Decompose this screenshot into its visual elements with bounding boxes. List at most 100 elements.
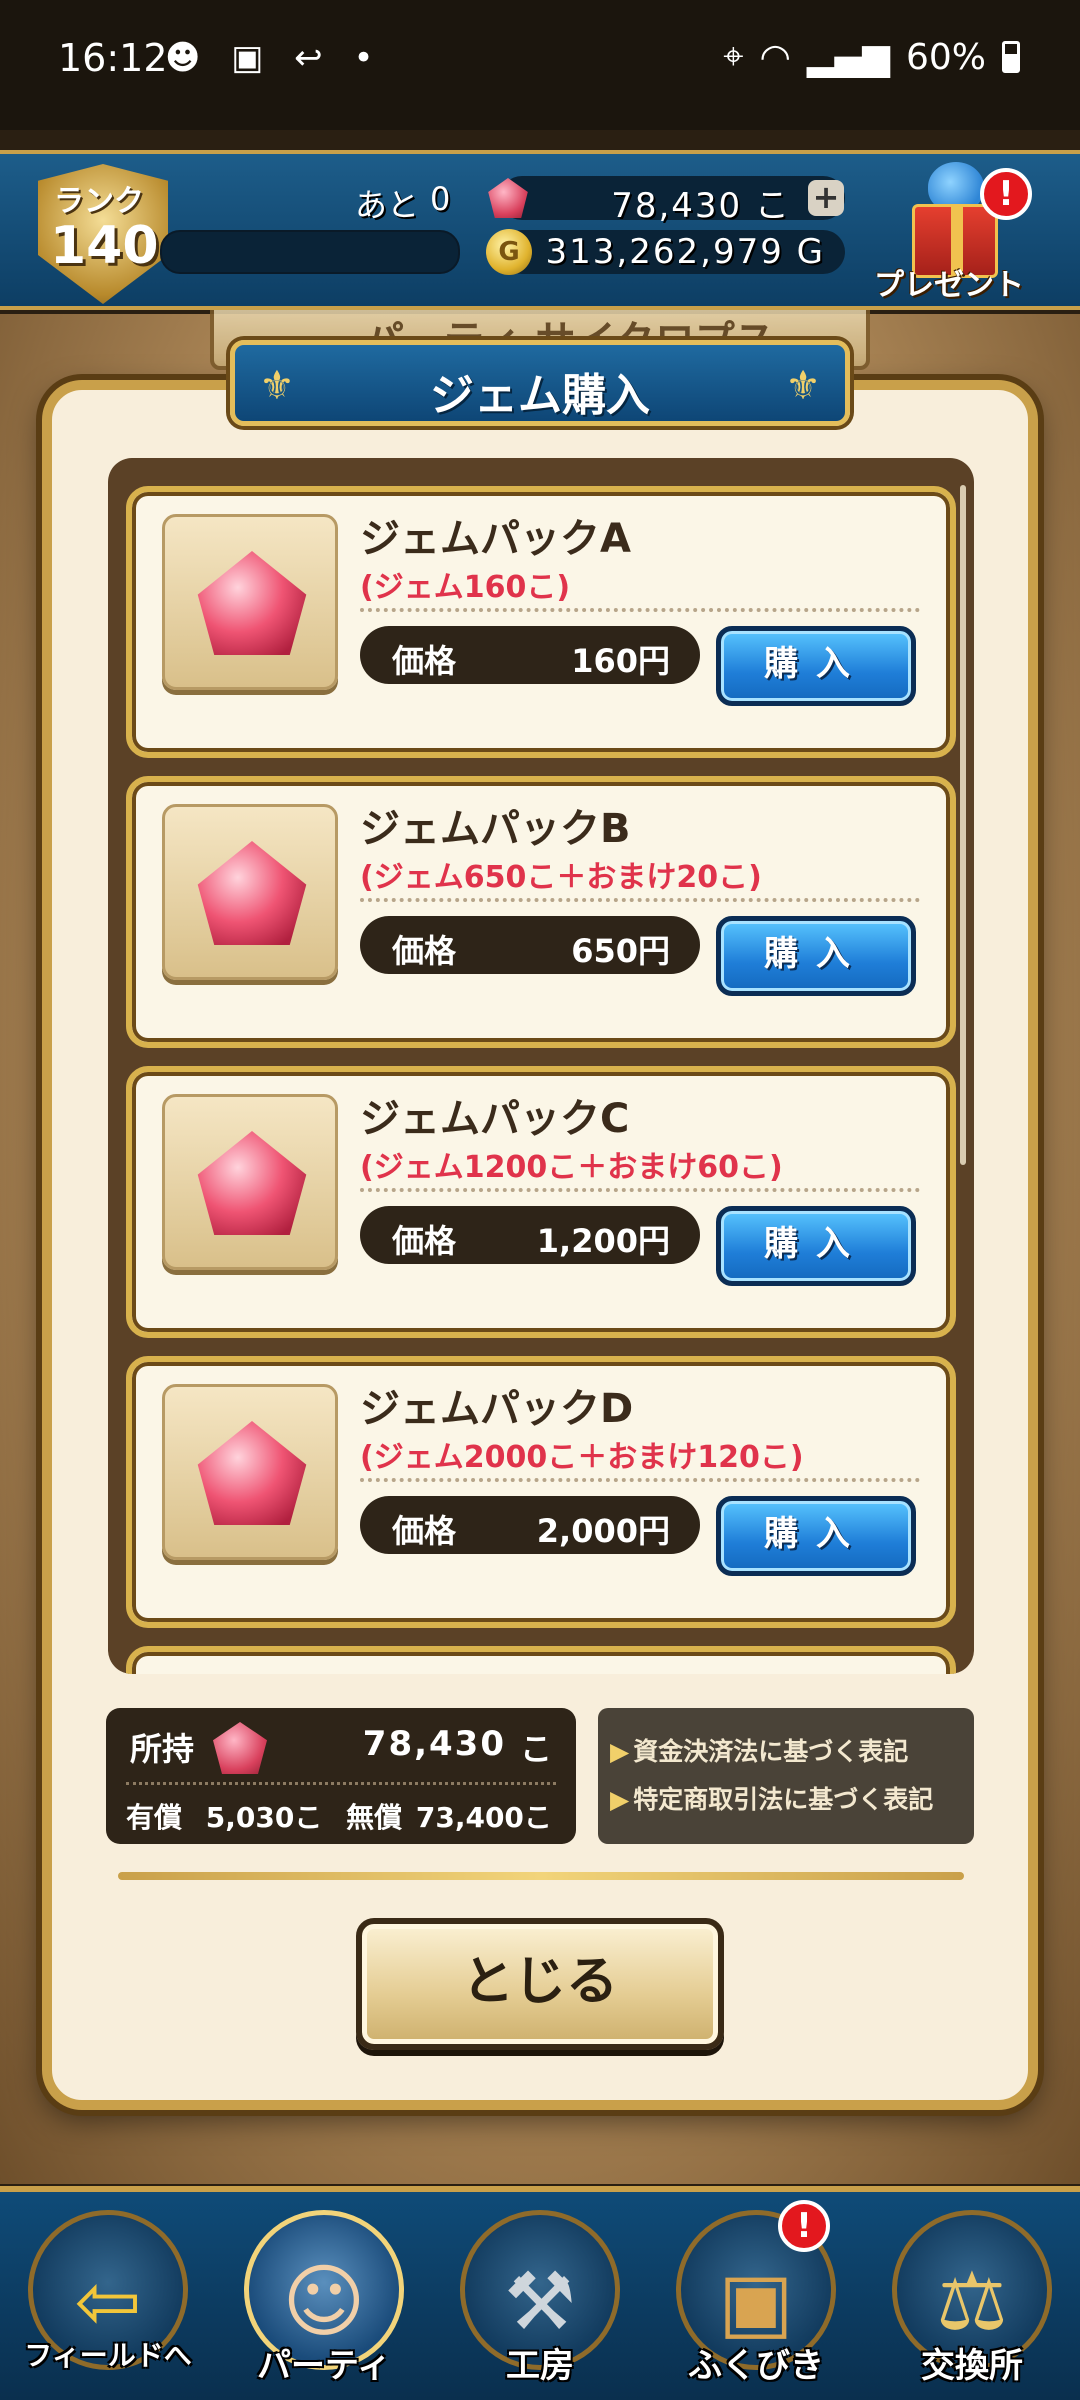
exp-remaining-label: あと	[355, 186, 420, 224]
lottery-alert-badge: !	[778, 2200, 830, 2252]
owned-unit: こ	[519, 1730, 552, 1768]
pack-name: ジェムパックB	[360, 806, 631, 852]
gem-icon	[197, 1421, 307, 1525]
dotted-divider	[360, 608, 920, 612]
free-value: 73,400こ	[415, 1801, 552, 1834]
rank-value: 140	[50, 216, 159, 276]
dialog-title-banner: ⚜ ジェム購入 ⚜	[230, 340, 850, 426]
price-pill: 価格 650円	[360, 916, 700, 974]
gem-pack-item: ジェムパックD (ジェム2000こ＋おまけ120こ) 価格 2,000円 購入	[126, 1356, 956, 1628]
price-pill: 価格 160円	[360, 626, 700, 684]
nav-label: 工房	[506, 2346, 574, 2386]
pack-name: ジェムパックD	[360, 1386, 634, 1432]
dotted-divider	[126, 1782, 556, 1785]
forge-hammer-icon: ⚒	[504, 2255, 576, 2348]
rank-label: ランク	[54, 184, 144, 219]
ornamental-divider	[118, 1872, 964, 1880]
buy-button[interactable]: 購入	[716, 1496, 916, 1576]
gem-pack-item-partial	[126, 1646, 956, 1674]
price-value: 160円	[571, 642, 670, 680]
owned-gems-panel: 所持 78,430 こ 有償 5,030こ 無償 73,400こ	[106, 1708, 576, 1844]
gem-pack-list[interactable]: ジェムパックA (ジェム160こ) 価格 160円 購入 ジェムパックB (ジェ…	[108, 458, 974, 1674]
battery-percent: 60%	[905, 36, 986, 78]
triangle-right-icon: ▶	[610, 1785, 630, 1814]
rank-progress-bar	[160, 230, 460, 274]
battery-icon	[1002, 41, 1020, 73]
pack-icon-tile	[162, 1384, 338, 1560]
nav-workshop[interactable]: ⚒ 工房	[432, 2192, 648, 2400]
nav-label: パーティ	[257, 2346, 391, 2386]
gem-icon	[197, 551, 307, 655]
free-label: 無償	[346, 1801, 403, 1834]
nav-label: フィールドへ	[24, 2339, 192, 2372]
gem-icon	[197, 1131, 307, 1235]
dialog-title: ジェム購入	[430, 370, 650, 421]
present-button[interactable]: プレゼント !	[870, 154, 1040, 314]
price-value: 650円	[571, 932, 670, 970]
pack-icon-tile	[162, 804, 338, 980]
gem-pack-item: ジェムパックC (ジェム1200こ＋おまけ60こ) 価格 1,200円 購入	[126, 1066, 956, 1338]
buy-button[interactable]: 購入	[716, 1206, 916, 1286]
price-label: 価格	[392, 932, 457, 970]
present-label: プレゼント	[874, 268, 1024, 303]
pack-icon-tile	[162, 514, 338, 690]
payment-services-act-link[interactable]: ▶ 資金決済法に基づく表記	[610, 1732, 908, 1768]
status-bar: 16:12 ☻ ▣ ↩ • ⌖ ◠ ▂▄▆ 60%	[0, 0, 1080, 130]
owned-gem-count: 78,430	[362, 1724, 506, 1764]
price-label: 価格	[392, 1512, 457, 1550]
dotted-divider	[360, 898, 920, 902]
buy-button[interactable]: 購入	[716, 626, 916, 706]
dotted-divider	[360, 1478, 920, 1482]
gem-icon	[197, 841, 307, 945]
hero-portrait-icon: ☺	[282, 2255, 366, 2348]
gem-balance: 78,430 こ	[500, 176, 845, 226]
legal-link-label: 特定商取引法に基づく表記	[633, 1785, 934, 1814]
close-button[interactable]: とじる	[356, 1918, 724, 2050]
location-icon: ⌖	[723, 36, 744, 77]
wifi-icon: ◠	[759, 36, 791, 78]
clock: 16:12	[58, 36, 168, 80]
legal-links-panel: ▶ 資金決済法に基づく表記 ▶ 特定商取引法に基づく表記	[598, 1708, 974, 1844]
list-scrollbar[interactable]	[960, 485, 966, 1165]
nav-label: ふくびき	[688, 2346, 824, 2386]
pack-name: ジェムパックA	[360, 516, 631, 562]
owned-breakdown: 有償 5,030こ 無償 73,400こ	[126, 1796, 552, 1836]
fleur-right-icon: ⚜	[785, 363, 821, 409]
signal-icon: ▂▄▆	[806, 36, 890, 78]
pack-name: ジェムパックC	[360, 1096, 630, 1142]
exp-remaining-value: 0	[430, 180, 451, 218]
paid-label: 有償	[126, 1801, 183, 1834]
gem-icon	[213, 1722, 267, 1774]
buy-button[interactable]: 購入	[716, 916, 916, 996]
pack-description: (ジェム160こ)	[360, 570, 571, 605]
bottom-navigation: ⇦ フィールドへ ☺ パーティ ⚒ 工房 ▣ ! ふくびき ⚖ 交換所	[0, 2186, 1080, 2400]
price-value: 1,200円	[536, 1222, 670, 1260]
nav-exchange[interactable]: ⚖ 交換所	[864, 2192, 1080, 2400]
nav-party[interactable]: ☺ パーティ	[216, 2192, 432, 2400]
add-gems-button[interactable]: +	[808, 180, 844, 216]
nav-field[interactable]: ⇦ フィールドへ	[0, 2192, 216, 2400]
gem-pack-item: ジェムパックB (ジェム650こ＋おまけ20こ) 価格 650円 購入	[126, 776, 956, 1048]
gold-balance: 313,262,979 G	[500, 230, 845, 274]
gem-pack-item: ジェムパックA (ジェム160こ) 価格 160円 購入	[126, 486, 956, 758]
pack-description: (ジェム2000こ＋おまけ120こ)	[360, 1440, 804, 1475]
pack-description: (ジェム1200こ＋おまけ60こ)	[360, 1150, 783, 1185]
owned-label: 所持	[130, 1730, 195, 1768]
system-tray: ⌖ ◠ ▂▄▆ 60%	[723, 36, 1020, 78]
gold-coin-icon: G	[486, 229, 532, 275]
commercial-transactions-act-link[interactable]: ▶ 特定商取引法に基づく表記	[610, 1780, 933, 1816]
triangle-right-icon: ▶	[610, 1737, 630, 1766]
scale-icon: ⚖	[936, 2255, 1008, 2348]
price-label: 価格	[392, 642, 457, 680]
treasure-chest-icon: ▣	[718, 2255, 794, 2348]
pack-description: (ジェム650こ＋おまけ20こ)	[360, 860, 762, 895]
nav-lottery[interactable]: ▣ ! ふくびき	[648, 2192, 864, 2400]
notification-icons: ☻ ▣ ↩ •	[165, 38, 384, 78]
price-label: 価格	[392, 1222, 457, 1260]
price-value: 2,000円	[536, 1512, 670, 1550]
nav-label: 交換所	[921, 2346, 1023, 2386]
top-hud: ランク 140 あと 0 78,430 こ + 313,262,979 G G …	[0, 150, 1080, 310]
price-pill: 価格 1,200円	[360, 1206, 700, 1264]
price-pill: 価格 2,000円	[360, 1496, 700, 1554]
present-alert-badge: !	[980, 168, 1032, 220]
